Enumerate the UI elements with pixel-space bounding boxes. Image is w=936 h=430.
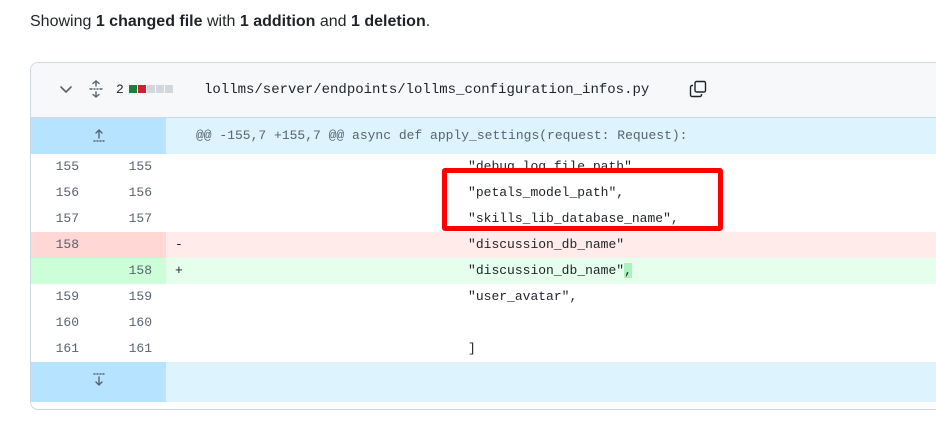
change-count: 2 — [116, 82, 124, 97]
old-line-number[interactable]: 158 — [31, 232, 95, 258]
copy-icon[interactable] — [689, 80, 707, 98]
code-text: "discussion_db_name" — [195, 263, 625, 278]
code-text: "discussion_db_name" — [195, 237, 625, 252]
changed-files-count: 1 changed file — [95, 13, 203, 30]
summary-text: with — [202, 13, 240, 30]
diff-marker — [166, 284, 195, 310]
added-line: 158 + "discussion_db_name", — [31, 258, 936, 284]
code-line: "skills_lib_database_name", — [195, 206, 679, 232]
hunk-header-text: @@ -155,7 +155,7 @@ async def apply_sett… — [196, 128, 688, 143]
file-path-link[interactable]: lollms/server/endpoints/lollms_configura… — [204, 79, 649, 101]
old-line-number[interactable]: 160 — [31, 310, 95, 336]
context-line: 157 157 "skills_lib_database_name", — [31, 206, 936, 232]
expand-down-button[interactable] — [31, 362, 166, 402]
context-line: 161 161 ] — [31, 336, 936, 362]
code-text: "user_avatar", — [195, 289, 578, 304]
summary-prefix: Showing — [30, 13, 96, 30]
context-line: 155 155 "debug_log_file_path", — [31, 154, 936, 180]
expand-down-icon — [93, 373, 105, 386]
diffstat-del-block — [138, 85, 146, 93]
old-line-number[interactable]: 155 — [31, 154, 95, 180]
code-text: "petals_model_path", — [195, 185, 625, 200]
new-line-number[interactable]: 160 — [95, 310, 166, 336]
deletions-count: 1 deletion — [351, 13, 426, 30]
diff-marker — [166, 336, 195, 362]
old-line-number[interactable]: 159 — [31, 284, 95, 310]
diff-marker — [166, 154, 195, 180]
old-line-number[interactable]: 156 — [31, 180, 95, 206]
new-line-number[interactable]: 158 — [95, 258, 166, 284]
new-line-number[interactable]: 155 — [95, 154, 166, 180]
diff-marker: + — [175, 263, 183, 278]
code-line: "debug_log_file_path", — [195, 154, 640, 180]
code-line: "user_avatar", — [195, 284, 577, 310]
file-header: 2 lollms/server/endpoints/lollms_configu… — [31, 63, 936, 118]
old-line-number[interactable]: 161 — [31, 336, 95, 362]
summary-text: . — [425, 13, 431, 30]
code-line: "discussion_db_name", — [195, 258, 632, 284]
code-text: "debug_log_file_path", — [195, 159, 640, 174]
diffstat-bar — [129, 85, 173, 93]
new-line-number[interactable]: 159 — [95, 284, 166, 310]
summary-text: and — [315, 13, 352, 30]
hunk-footer-row — [31, 362, 936, 402]
deleted-line: 158 - "discussion_db_name" — [31, 232, 936, 258]
code-text: ] — [195, 341, 476, 356]
context-line: 160 160 — [31, 310, 936, 336]
chevron-down-icon[interactable] — [58, 81, 74, 97]
diff-marker — [166, 206, 195, 232]
context-line: 156 156 "petals_model_path", — [31, 180, 936, 206]
file-diff: 2 lollms/server/endpoints/lollms_configu… — [30, 62, 936, 410]
diff-table: @@ -155,7 +155,7 @@ async def apply_sett… — [31, 118, 936, 402]
old-line-number[interactable]: 157 — [31, 206, 95, 232]
diff-marker: - — [175, 237, 183, 252]
code-text: "skills_lib_database_name", — [195, 211, 679, 226]
hunk-header-row: @@ -155,7 +155,7 @@ async def apply_sett… — [31, 118, 936, 154]
additions-count: 1 addition — [239, 13, 316, 30]
new-line-number[interactable]: 157 — [95, 206, 166, 232]
diff-marker — [166, 310, 195, 336]
diff-summary: Showing 1 changed file with 1 addition a… — [30, 10, 430, 34]
context-line: 159 159 "user_avatar", — [31, 284, 936, 310]
code-line: ] — [195, 336, 476, 362]
new-line-number[interactable]: 161 — [95, 336, 166, 362]
code-line: "petals_model_path", — [195, 180, 624, 206]
added-text-highlight: , — [624, 263, 632, 278]
expand-all-icon[interactable] — [88, 80, 104, 98]
diffstat-add-block — [129, 85, 137, 93]
expand-up-button[interactable] — [31, 118, 166, 154]
diff-lines: 155 155 "debug_log_file_path", 156 156 "pet… — [31, 154, 936, 362]
diff-marker — [166, 180, 195, 206]
diffstat-neutral-block — [165, 85, 173, 93]
code-line: "discussion_db_name" — [195, 232, 624, 258]
expand-up-icon — [93, 129, 105, 142]
new-line-number[interactable] — [95, 232, 166, 258]
new-line-number[interactable]: 156 — [95, 180, 166, 206]
old-line-number[interactable] — [31, 258, 95, 284]
diffstat-neutral-block — [156, 85, 164, 93]
diffstat-neutral-block — [147, 85, 155, 93]
